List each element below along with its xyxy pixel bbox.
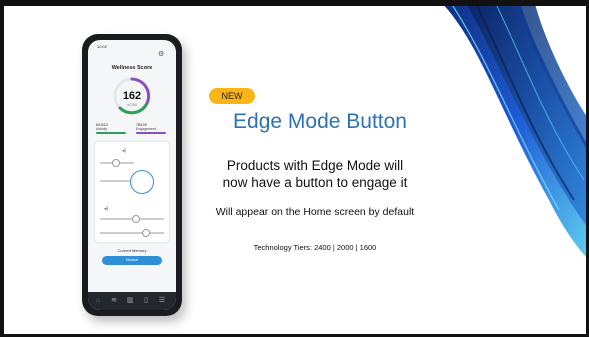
activity-bar (96, 132, 126, 134)
wellness-score-title: Wellness Score (111, 65, 153, 71)
device-icon[interactable]: ▯ (142, 296, 150, 305)
menu-icon[interactable]: ☰ (158, 296, 166, 305)
stat-activity: 6/10/10 Activity (96, 123, 126, 134)
volume-icon: ◂) (104, 206, 109, 212)
subtitle-line-2: now have a button to engage it (222, 175, 408, 190)
stat-engagement: 78/100 Engagement (136, 123, 166, 134)
slider-track[interactable] (100, 232, 164, 234)
stat-label: Engagement (136, 127, 156, 131)
bottom-nav: ⌂ ≋ ▥ ▯ ☰ (88, 292, 176, 310)
memory-select-button[interactable]: Normal (102, 256, 162, 265)
score-of: of 200 (127, 103, 137, 107)
volume-icon: ◂) (122, 148, 127, 154)
status-time: 10:02 (97, 44, 108, 49)
stat-label: Activity (96, 127, 108, 131)
slide-title: Edge Mode Button (233, 110, 407, 133)
slide: 10:02 ⚙ Wellness Score 162 of 200 6/10/1… (0, 0, 589, 337)
controls-card (95, 142, 169, 242)
score-value: 162 (122, 90, 142, 102)
home-icon[interactable]: ⌂ (94, 296, 102, 305)
technology-tiers: Technology Tiers: 2400 | 2000 | 1600 (253, 243, 377, 252)
left-border (0, 0, 4, 337)
slide-subtitle: Products with Edge Mode will now have a … (160, 157, 470, 191)
top-border (0, 0, 589, 6)
new-badge: NEW (209, 88, 255, 104)
engagement-bar (136, 132, 166, 134)
slider-knob[interactable] (142, 229, 150, 237)
settings-icon[interactable]: ⚙ (158, 50, 167, 59)
edge-mode-button[interactable] (130, 170, 154, 194)
memory-label: Current Memory (117, 248, 147, 253)
activity-icon[interactable]: ≋ (110, 296, 118, 305)
subtitle-line-1: Products with Edge Mode will (226, 158, 404, 173)
slider-knob[interactable] (132, 215, 140, 223)
volume-slider-knob[interactable] (112, 159, 120, 167)
slide-detail: Will appear on the Home screen by defaul… (215, 206, 415, 218)
balance-slider-track[interactable] (100, 180, 130, 182)
stats-icon[interactable]: ▥ (126, 296, 134, 305)
